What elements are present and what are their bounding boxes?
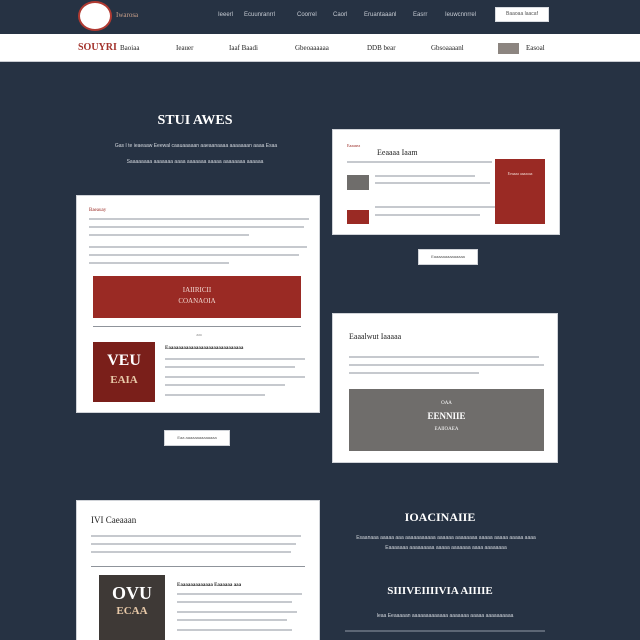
text-line: [177, 611, 297, 613]
nav-item[interactable]: Ieauer: [176, 44, 193, 52]
nav-item[interactable]: DDB bear: [367, 44, 396, 52]
text-line: [375, 214, 480, 216]
top-nav-item[interactable]: Easrr: [413, 12, 427, 18]
thumbnail-text: VEU: [107, 352, 141, 369]
card-title: IVI Caeaaan: [91, 515, 137, 525]
divider: [93, 326, 301, 327]
text-line: [91, 543, 296, 545]
item-title[interactable]: Eaaaaaaaaaaaaaaaaaaaaaaaaaaaaaa: [165, 346, 243, 351]
nav-item[interactable]: Gbeoaaaaaa: [295, 44, 329, 52]
top-nav-item[interactable]: Caorl: [333, 12, 347, 18]
top-nav-item[interactable]: Eruantaaanl: [364, 12, 396, 18]
top-nav-item[interactable]: Ieuwcnnrrel: [445, 12, 476, 18]
thumbnail[interactable]: OVU ECAA: [99, 575, 165, 640]
featured-banner[interactable]: IAIIRICII COANAOIA: [93, 276, 301, 318]
feature-image-text: EAIIOAEA: [434, 427, 459, 432]
text-line: [89, 262, 229, 264]
main-nav: SOUYRI Baoiaa Ieauer Iaaf Baadi Gbeoaaaa…: [0, 34, 640, 62]
text-line: [89, 234, 249, 236]
text-line: [375, 175, 475, 177]
text-line: [165, 366, 295, 368]
nav-item[interactable]: Baoiaa: [120, 44, 139, 52]
divider-label: aaa: [196, 332, 202, 337]
top-nav-item[interactable]: Ieeerl: [218, 12, 233, 18]
hero-title: STUI AWES: [157, 113, 233, 128]
text-line: [165, 376, 305, 378]
nav-item[interactable]: Gbsoaaaanl: [431, 44, 464, 52]
card-kicker: Eaaaaea: [347, 143, 361, 148]
text-line: [177, 601, 292, 603]
nav-item[interactable]: Easoal: [526, 44, 545, 52]
top-bar: Iwarosa Ieeerl Ecuunranrrl Coorrel Caorl…: [0, 0, 640, 34]
nav-item[interactable]: Iaaf Baadi: [229, 44, 258, 52]
text-line: [375, 206, 495, 208]
text-line: [177, 593, 302, 595]
section-text: Ieaa Eeaaaaan aaaaaaaaaaaaa aaaaaaa aaaa…: [376, 613, 514, 619]
feature-image-text: OAA: [441, 401, 452, 406]
text-line: [177, 629, 292, 631]
thumbnail-text: EAIA: [110, 374, 138, 386]
bottom-card: IVI Caeaaan OVU ECAA Eaaaaaaaaaaaaa Eaaa…: [76, 500, 320, 640]
text-line: [349, 356, 539, 358]
feature-image[interactable]: OAA EENNIIE EAIIOAEA: [349, 389, 544, 451]
section-title: SIIIVEIIIIVIA AIIIIE: [387, 585, 493, 597]
brand-name[interactable]: Iwarosa: [116, 11, 138, 19]
main-card: Baeauay IAIIRICII COANAOIA aaa VEU EAIA …: [76, 195, 320, 413]
section-text: Eaaaaaaa aaaaaaaaa aaaaa aaaaaaa aaaa aa…: [385, 545, 507, 551]
card-title: Eaaalwut Iaaaaa: [349, 332, 402, 341]
list-thumbnail[interactable]: [347, 210, 369, 224]
thumbnail-text: ECAA: [116, 605, 148, 617]
section-title: IOACINAIIE: [404, 510, 476, 524]
card-kicker: Baeauay: [89, 208, 107, 213]
hero-text: Saaaaaaaa aaaaaaa aaaa aaaaaaa aaaaa aaa…: [126, 159, 264, 165]
nav-brand[interactable]: SOUYRI: [78, 42, 117, 53]
text-line: [347, 161, 492, 163]
text-line: [349, 372, 479, 374]
logo[interactable]: [78, 1, 112, 31]
card-title: Eeaaaa Iaam: [377, 148, 418, 157]
load-more-button[interactable]: Eaa aaaaaaaaaaaaaa: [164, 430, 230, 446]
text-line: [177, 619, 287, 621]
text-line: [165, 384, 285, 386]
text-line: [89, 254, 299, 256]
text-line: [165, 358, 305, 360]
book-cover[interactable]: Eeaaaa aaaaaaa: [495, 159, 545, 224]
text-line: [89, 246, 307, 248]
text-line: [375, 182, 490, 184]
text-line: [349, 364, 544, 366]
text-line: [89, 226, 304, 228]
hero-text: Gas I te ieaeaaw Eeewal caauaaaaan aaeaa…: [114, 143, 278, 149]
banner-text: COANAOIA: [178, 297, 216, 305]
item-title[interactable]: Eaaaaaaaaaaaaa Eaaaaaa aaa: [177, 583, 241, 588]
view-more-button[interactable]: Eaaaaaaaaaaaaaa: [418, 249, 478, 265]
text-line: [345, 630, 545, 632]
thumbnail-text: OVU: [112, 583, 152, 603]
flag-icon[interactable]: [498, 43, 519, 54]
text-line: [91, 551, 291, 553]
text-line: [89, 218, 309, 220]
news-card: Eaaaaea Eeaaaa Iaam Eeaaaa aaaaaaa: [332, 129, 560, 235]
book-cover-text: Eeaaaa aaaaaaa: [507, 171, 533, 176]
text-line: [165, 394, 265, 396]
divider: [91, 566, 305, 567]
banner-text: IAIIRICII: [182, 286, 212, 294]
header-cta-button[interactable]: Baaoaa laacaf: [495, 7, 549, 22]
top-nav-item[interactable]: Coorrel: [297, 12, 317, 18]
feature-card: Eaaalwut Iaaaaa OAA EENNIIE EAIIOAEA: [332, 313, 558, 463]
list-thumbnail[interactable]: [347, 175, 369, 190]
text-line: [91, 535, 301, 537]
feature-image-text: EENNIIE: [427, 411, 466, 421]
thumbnail[interactable]: VEU EAIA: [93, 342, 155, 402]
section-text: Esaanaaa aaaaa aaa aaaaaaaaaaa aaaaaa aa…: [356, 535, 536, 541]
top-nav-item[interactable]: Ecuunranrrl: [244, 12, 275, 18]
